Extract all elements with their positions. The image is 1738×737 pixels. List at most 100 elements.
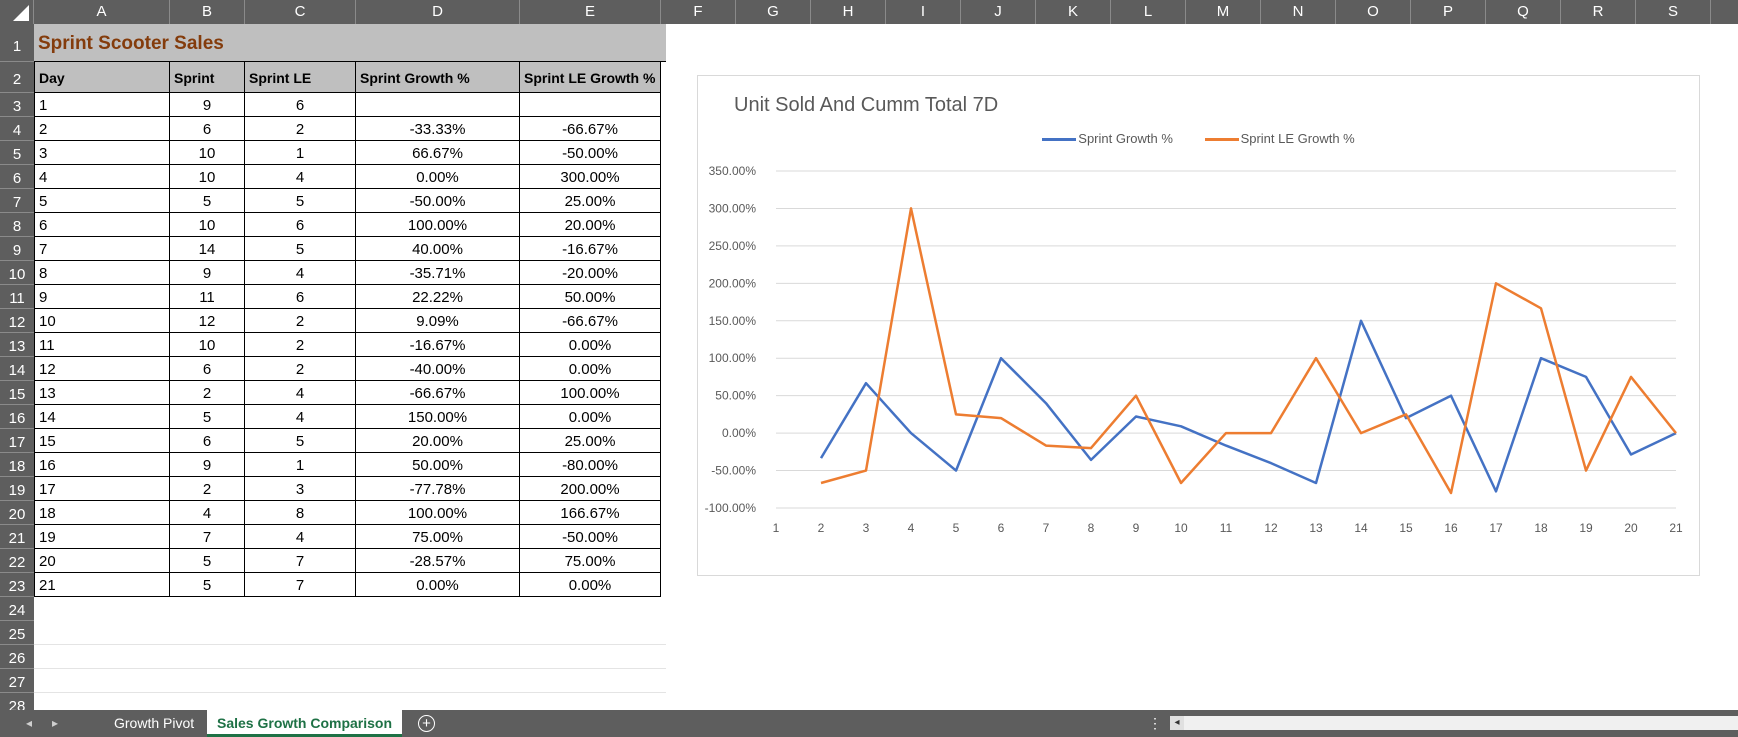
table-cell[interactable]: 8 [245, 501, 356, 525]
table-cell[interactable]: -77.78% [356, 477, 520, 501]
sheet-title-cell[interactable]: Sprint Scooter Sales [34, 24, 666, 62]
table-cell[interactable]: 20.00% [356, 429, 520, 453]
column-header-a[interactable]: A [34, 0, 170, 24]
table-cell[interactable]: 13 [34, 381, 170, 405]
column-header-n[interactable]: N [1261, 0, 1336, 24]
table-cell[interactable]: -50.00% [356, 189, 520, 213]
table-cell[interactable]: 0.00% [520, 405, 661, 429]
table-cell[interactable]: 5 [170, 405, 245, 429]
table-cell[interactable]: 300.00% [520, 165, 661, 189]
table-cell[interactable]: 4 [170, 501, 245, 525]
table-cell[interactable]: 6 [245, 93, 356, 117]
table-cell[interactable]: 4 [34, 165, 170, 189]
table-cell[interactable]: 100.00% [356, 501, 520, 525]
column-header-r[interactable]: R [1561, 0, 1636, 24]
table-cell[interactable]: 22.22% [356, 285, 520, 309]
table-cell[interactable]: -16.67% [520, 237, 661, 261]
table-cell[interactable]: 17 [34, 477, 170, 501]
row-header-2[interactable]: 2 [0, 62, 34, 93]
line-chart[interactable]: Unit Sold And Cumm Total 7D Sprint Growt… [697, 75, 1700, 576]
table-cell[interactable]: 5 [245, 237, 356, 261]
table-cell[interactable]: -40.00% [356, 357, 520, 381]
table-cell[interactable]: 9.09% [356, 309, 520, 333]
table-cell[interactable]: 6 [245, 285, 356, 309]
row-header-26[interactable]: 26 [0, 645, 34, 669]
row-header-10[interactable]: 10 [0, 261, 34, 285]
column-header-j[interactable]: J [961, 0, 1036, 24]
table-cell[interactable]: 14 [170, 237, 245, 261]
table-cell[interactable]: 40.00% [356, 237, 520, 261]
table-cell[interactable]: -28.57% [356, 549, 520, 573]
table-cell[interactable]: 75.00% [356, 525, 520, 549]
row-header-3[interactable]: 3 [0, 93, 34, 117]
row-header-20[interactable]: 20 [0, 501, 34, 525]
table-cell[interactable]: -33.33% [356, 117, 520, 141]
table-cell[interactable]: 2 [245, 357, 356, 381]
column-header-l[interactable]: L [1111, 0, 1186, 24]
column-header-o[interactable]: O [1336, 0, 1411, 24]
table-cell[interactable]: 19 [34, 525, 170, 549]
table-cell[interactable]: 16 [34, 453, 170, 477]
prev-sheet-icon[interactable]: ◂ [26, 710, 32, 737]
table-cell[interactable]: 2 [245, 309, 356, 333]
table-cell[interactable]: 20 [34, 549, 170, 573]
table-cell[interactable]: 100.00% [356, 213, 520, 237]
row-header-12[interactable]: 12 [0, 309, 34, 333]
table-cell[interactable]: 1 [245, 141, 356, 165]
row-header-11[interactable]: 11 [0, 285, 34, 309]
table-cell[interactable]: -35.71% [356, 261, 520, 285]
column-header-f[interactable]: F [661, 0, 736, 24]
table-cell[interactable]: 0.00% [520, 573, 661, 597]
table-cell[interactable]: -80.00% [520, 453, 661, 477]
row-header-22[interactable]: 22 [0, 549, 34, 573]
table-cell[interactable]: 14 [34, 405, 170, 429]
table-cell[interactable]: 7 [245, 549, 356, 573]
table-cell[interactable] [520, 93, 661, 117]
table-cell[interactable]: 4 [245, 261, 356, 285]
table-cell[interactable]: 2 [34, 117, 170, 141]
table-cell[interactable]: -66.67% [356, 381, 520, 405]
column-header-b[interactable]: B [170, 0, 245, 24]
table-cell[interactable]: 18 [34, 501, 170, 525]
table-cell[interactable]: 66.67% [356, 141, 520, 165]
header-cell[interactable]: Sprint Growth % [356, 62, 520, 93]
table-cell[interactable]: 7 [170, 525, 245, 549]
table-cell[interactable]: 4 [245, 525, 356, 549]
add-sheet-button[interactable]: + [418, 715, 435, 732]
row-header-23[interactable]: 23 [0, 573, 34, 597]
table-cell[interactable] [356, 93, 520, 117]
column-header-k[interactable]: K [1036, 0, 1111, 24]
header-cell[interactable]: Sprint LE [245, 62, 356, 93]
table-cell[interactable]: -66.67% [520, 117, 661, 141]
table-cell[interactable]: -20.00% [520, 261, 661, 285]
table-cell[interactable]: 2 [170, 477, 245, 501]
table-cell[interactable]: 4 [245, 381, 356, 405]
table-cell[interactable]: 10 [170, 165, 245, 189]
column-header-i[interactable]: I [886, 0, 961, 24]
table-cell[interactable]: -50.00% [520, 525, 661, 549]
table-cell[interactable]: 2 [170, 381, 245, 405]
table-cell[interactable]: 0.00% [356, 165, 520, 189]
table-cell[interactable]: 5 [170, 189, 245, 213]
table-cell[interactable]: 6 [170, 357, 245, 381]
table-cell[interactable]: 50.00% [520, 285, 661, 309]
table-cell[interactable]: 11 [170, 285, 245, 309]
row-header-18[interactable]: 18 [0, 453, 34, 477]
table-cell[interactable]: 15 [34, 429, 170, 453]
row-header-17[interactable]: 17 [0, 429, 34, 453]
table-cell[interactable]: 150.00% [356, 405, 520, 429]
table-cell[interactable]: 21 [34, 573, 170, 597]
table-cell[interactable]: 5 [34, 189, 170, 213]
table-cell[interactable]: 9 [170, 93, 245, 117]
table-cell[interactable]: 11 [34, 333, 170, 357]
row-header-4[interactable]: 4 [0, 117, 34, 141]
column-header-p[interactable]: P [1411, 0, 1486, 24]
table-cell[interactable]: 3 [245, 477, 356, 501]
table-cell[interactable]: 9 [34, 285, 170, 309]
table-cell[interactable]: 10 [170, 213, 245, 237]
horizontal-scrollbar[interactable] [1170, 716, 1738, 730]
column-header-m[interactable]: M [1186, 0, 1261, 24]
table-cell[interactable]: 2 [245, 333, 356, 357]
table-cell[interactable]: 7 [245, 573, 356, 597]
table-cell[interactable]: 9 [170, 453, 245, 477]
